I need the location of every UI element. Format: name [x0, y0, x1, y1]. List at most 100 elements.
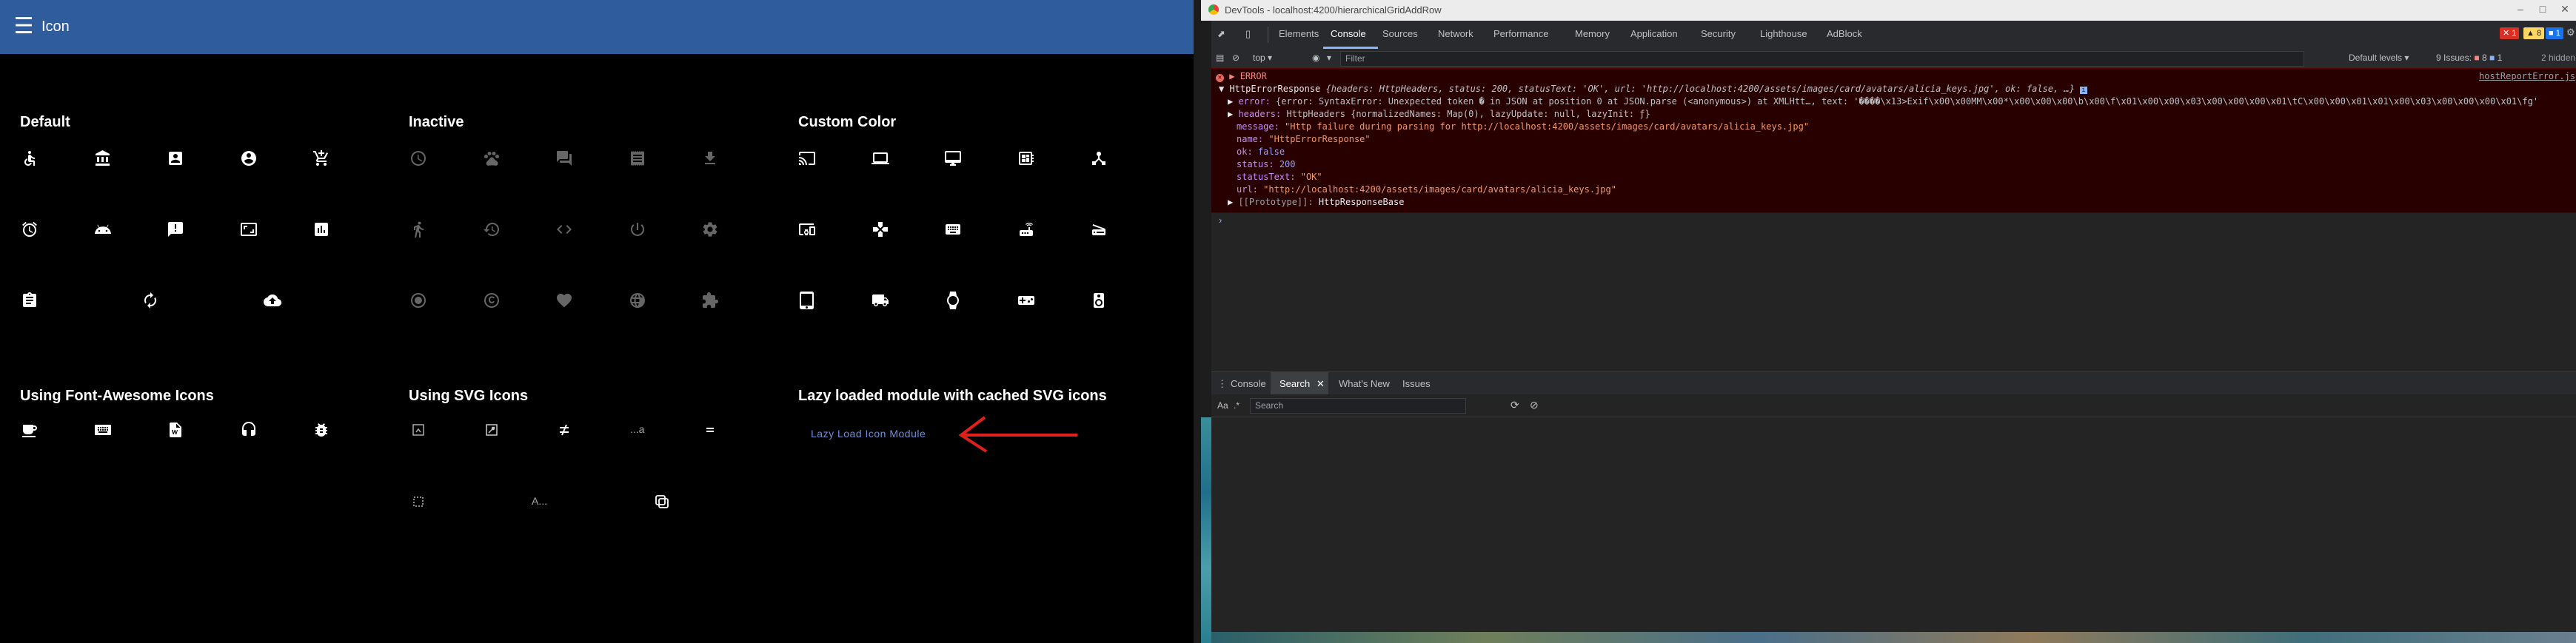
context-selector[interactable]: top ▾	[1253, 53, 1272, 63]
account-circle-icon[interactable]	[238, 147, 260, 169]
eye-dropdown-icon[interactable]: ▾	[1327, 53, 1331, 63]
warning-count-badge[interactable]: ▲ 8	[2523, 27, 2545, 39]
speaker-icon[interactable]	[1088, 289, 1110, 312]
file-word-icon[interactable]	[164, 419, 187, 441]
tab-sources[interactable]: Sources	[1382, 28, 1418, 39]
watch-icon[interactable]	[942, 289, 964, 312]
issues-counter[interactable]: 9 Issues: ■ 8 ■ 1	[2436, 53, 2502, 63]
error-object-line[interactable]: ▼ HttpErrorResponse {headers: HttpHeader…	[1219, 84, 2087, 94]
tab-memory[interactable]: Memory	[1575, 28, 1610, 39]
inspect-icon[interactable]: ⬈	[1217, 28, 1225, 40]
device-toolbar-icon[interactable]: ▯	[1245, 28, 1251, 40]
extension-icon[interactable]	[699, 289, 721, 312]
svg-image-icon-1[interactable]	[407, 419, 429, 441]
svg-dotted-square-icon[interactable]	[407, 491, 429, 513]
tab-elements[interactable]: Elements	[1279, 28, 1319, 39]
videogame-icon[interactable]	[1015, 289, 1037, 312]
directions-run-icon[interactable]	[407, 218, 429, 240]
bug-icon[interactable]	[310, 419, 332, 441]
tab-adblock[interactable]: AdBlock	[1827, 28, 1862, 39]
error-prop-prototype[interactable]: ▶ [[Prototype]]: HttpResponseBase	[1228, 197, 1404, 207]
download-icon[interactable]	[699, 147, 721, 169]
desktop-icon[interactable]	[942, 147, 964, 169]
laptop-icon[interactable]	[869, 147, 891, 169]
svg-text-icon-2[interactable]: A...	[532, 494, 547, 508]
contact-card-icon[interactable]	[164, 147, 187, 169]
info-badge-icon[interactable]: i	[2080, 87, 2087, 94]
accessible-icon[interactable]	[19, 147, 41, 169]
drawer-tab-issues[interactable]: Issues	[1402, 378, 1431, 389]
router-icon[interactable]	[1015, 218, 1037, 240]
announcement-icon[interactable]	[164, 218, 187, 240]
svg-image-icon-2[interactable]	[481, 419, 503, 441]
drawer-menu-icon[interactable]: ⋮	[1217, 378, 1227, 390]
refresh-icon[interactable]: ⟳	[1511, 399, 1519, 411]
eye-icon[interactable]: ◉	[1312, 53, 1319, 63]
tab-console[interactable]: Console	[1331, 28, 1366, 39]
svg-copy-icon[interactable]	[651, 491, 673, 513]
code-icon[interactable]	[553, 218, 575, 240]
drawer-tab-whats-new[interactable]: What's New	[1339, 378, 1390, 389]
scanner-icon[interactable]	[1088, 218, 1110, 240]
drawer-tab-search[interactable]: Search	[1279, 378, 1310, 389]
schedule-icon[interactable]	[407, 147, 429, 169]
forum-icon[interactable]	[553, 147, 575, 169]
cloud-upload-icon[interactable]	[261, 289, 284, 312]
error-prop-error[interactable]: ▶ error: {error: SyntaxError: Unexpected…	[1228, 96, 2538, 107]
developer-board-icon[interactable]	[1015, 147, 1037, 169]
clear-search-icon[interactable]: ⊘	[1530, 399, 1539, 411]
minimize-icon[interactable]: –	[2510, 3, 2531, 15]
tab-performance[interactable]: Performance	[1493, 28, 1548, 39]
devices-other-icon[interactable]	[796, 218, 818, 240]
console-prompt-icon[interactable]: ›	[1219, 215, 1222, 226]
info-count-badge[interactable]: ■ 1	[2546, 27, 2563, 39]
equals-icon[interactable]	[699, 419, 721, 441]
match-case-toggle[interactable]: Aa	[1217, 400, 1228, 411]
error-source-link[interactable]: hostReportError.js	[2479, 71, 2575, 81]
pets-icon[interactable]	[481, 147, 503, 169]
log-levels-dropdown[interactable]: Default levels ▾	[2349, 53, 2409, 63]
history-icon[interactable]	[481, 218, 503, 240]
power-icon[interactable]	[626, 218, 649, 240]
not-equal-icon[interactable]	[553, 419, 575, 441]
headphones-icon[interactable]	[238, 419, 260, 441]
clear-console-icon[interactable]: ⊘	[1232, 53, 1240, 63]
console-filter-input[interactable]: Filter	[1340, 51, 2304, 67]
assessment-icon[interactable]	[310, 218, 332, 240]
aspect-ratio-icon[interactable]	[238, 218, 260, 240]
radio-button-icon[interactable]	[407, 289, 429, 312]
search-input[interactable]: Search	[1250, 398, 1466, 414]
add-shopping-cart-icon[interactable]	[310, 147, 332, 169]
tab-lighthouse[interactable]: Lighthouse	[1760, 28, 1807, 39]
favorite-icon[interactable]	[553, 289, 575, 312]
keyboard-fa-icon[interactable]	[92, 419, 114, 441]
tab-network[interactable]: Network	[1438, 28, 1473, 39]
tab-application[interactable]: Application	[1630, 28, 1678, 39]
gamepad-icon[interactable]	[869, 218, 891, 240]
local-shipping-icon[interactable]	[869, 289, 891, 312]
tab-security[interactable]: Security	[1701, 28, 1736, 39]
android-icon[interactable]	[92, 218, 114, 240]
alarm-icon[interactable]	[19, 218, 41, 240]
keyboard-icon[interactable]	[942, 218, 964, 240]
lazy-load-icon-module-button[interactable]: Lazy Load Icon Module	[811, 428, 926, 440]
autorenew-icon[interactable]	[139, 289, 161, 312]
cast-icon[interactable]	[796, 147, 818, 169]
coffee-icon[interactable]	[19, 419, 41, 441]
copyright-icon[interactable]	[481, 289, 503, 312]
tablet-icon[interactable]	[796, 289, 818, 312]
svg-text-icon-1[interactable]: ...a	[630, 422, 644, 437]
language-icon[interactable]	[626, 289, 649, 312]
receipt-icon[interactable]	[626, 147, 649, 169]
error-count-badge[interactable]: ✕ 1	[2500, 27, 2520, 39]
sidebar-toggle-icon[interactable]: ▤	[1216, 53, 1224, 63]
menu-icon[interactable]: ☰	[9, 13, 39, 40]
settings-icon[interactable]	[699, 218, 721, 240]
drawer-tab-console[interactable]: Console	[1231, 378, 1266, 389]
regex-toggle[interactable]: .*	[1234, 400, 1240, 411]
error-prop-headers[interactable]: ▶ headers: HttpHeaders {normalizedNames:…	[1228, 109, 1650, 119]
maximize-icon[interactable]: □	[2532, 3, 2553, 15]
close-search-tab-icon[interactable]: ✕	[1317, 378, 1325, 390]
gear-icon[interactable]: ⚙	[2566, 27, 2575, 38]
device-hub-icon[interactable]	[1088, 147, 1110, 169]
